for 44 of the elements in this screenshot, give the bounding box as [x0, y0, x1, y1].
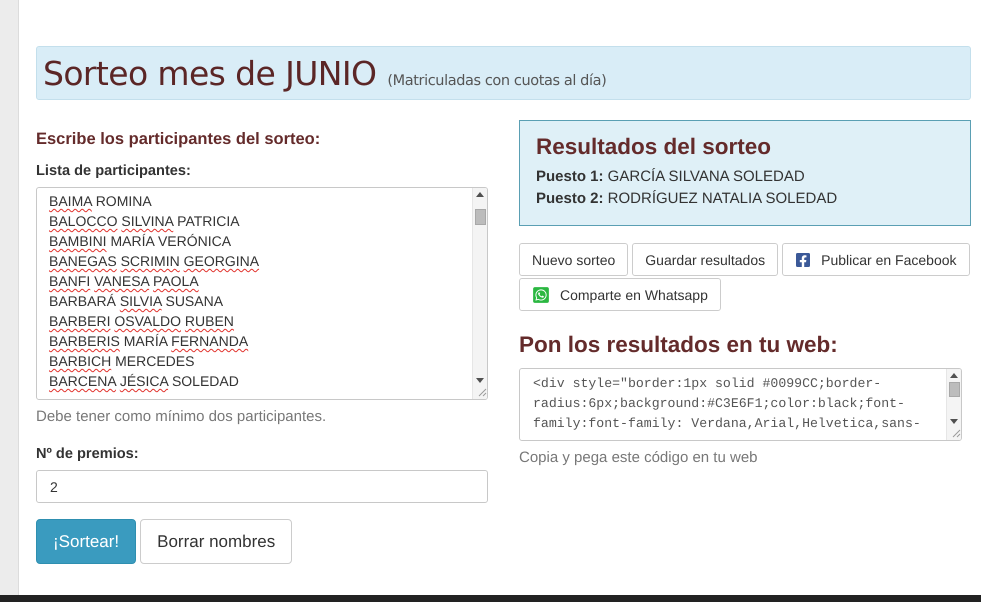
hint-text: Debe tener como mínimo dos participantes.: [36, 407, 326, 427]
scrollbar-thumb[interactable]: [474, 209, 486, 225]
hint-text: Copia y pega este código en tu web: [519, 448, 758, 468]
page-title: Sorteo mes de JUNIO: [43, 55, 376, 93]
clear-button[interactable]: Borrar nombres: [140, 519, 292, 564]
action-button[interactable]: Guardar resultados: [632, 243, 778, 276]
results-heading: Resultados del sorteo: [536, 133, 772, 161]
participant-line: BARCENA JÉSICA SOLEDAD: [49, 372, 239, 391]
scroll-up-arrow-icon[interactable]: [950, 373, 958, 378]
participant-line: BARBERIS MARÍA FERNANDA: [49, 332, 248, 351]
scroll-down-arrow-icon[interactable]: [950, 419, 958, 424]
participant-line: BALOCCO SILVINA PATRICIA: [49, 212, 240, 231]
prizes-input[interactable]: 2: [36, 470, 488, 503]
code-line: radius:6px;background:#C3E6F1;color:black;font-: [533, 395, 905, 413]
resize-grip-icon[interactable]: [477, 387, 487, 397]
action-button[interactable]: Nuevo sorteo: [519, 243, 628, 276]
page-subtitle: (Matriculadas con cuotas al día): [387, 73, 606, 89]
section-heading: Escribe los participantes del sorteo:: [36, 129, 320, 150]
share-button[interactable]: Publicar en Facebook: [782, 243, 970, 276]
participant-line: BANEGAS SCRIMIN GEORGINA: [49, 252, 260, 271]
code-line: family:font-family: Verdana,Arial,Helvetica,sans-: [533, 415, 921, 433]
scrollbar-track[interactable]: [946, 369, 961, 440]
result-line: Puesto 2: RODRÍGUEZ NATALIA SOLEDAD: [536, 189, 838, 209]
result-line: Puesto 1: GARCÍA SILVANA SOLEDAD: [536, 167, 806, 187]
section-heading: Pon los resultados en tu web:: [519, 331, 838, 359]
code-line: <div style="border:1px solid #0099CC;border-: [533, 375, 882, 393]
scrollbar-thumb[interactable]: [948, 382, 960, 397]
participant-line: BARBERI OSVALDO RUBEN: [49, 312, 234, 331]
scroll-up-arrow-icon[interactable]: [476, 192, 484, 197]
participant-line: BANFI VANESA PAOLA: [49, 272, 199, 291]
participant-line: BAIMA ROMINA: [49, 192, 152, 211]
participant-line: BAMBINI MARÍA VERÓNICA: [49, 232, 232, 251]
chat-bubble-icon: [532, 286, 550, 304]
participants-field[interactable]: [36, 187, 488, 400]
participant-line: BARBICH MERCEDES: [49, 352, 194, 371]
resize-grip-icon[interactable]: [951, 428, 961, 438]
f-logo-icon: [795, 252, 812, 268]
scroll-down-arrow-icon[interactable]: [476, 378, 484, 383]
share-button[interactable]: Comparte en Whatsapp: [519, 278, 721, 311]
participant-line: BARBARÁ SILVIA SUSANA: [49, 292, 224, 311]
scrollbar-track[interactable]: [472, 188, 487, 399]
field-label: Lista de participantes:: [36, 162, 191, 181]
field-label: Nº de premios:: [36, 445, 139, 464]
embed-code-field[interactable]: <div style="border:1px solid #0099CC;border- radius:6px;background:#C3E6F1;color:black;font- family:font-family: Verdana,Arial,Helvetica,sans-: [519, 368, 962, 441]
